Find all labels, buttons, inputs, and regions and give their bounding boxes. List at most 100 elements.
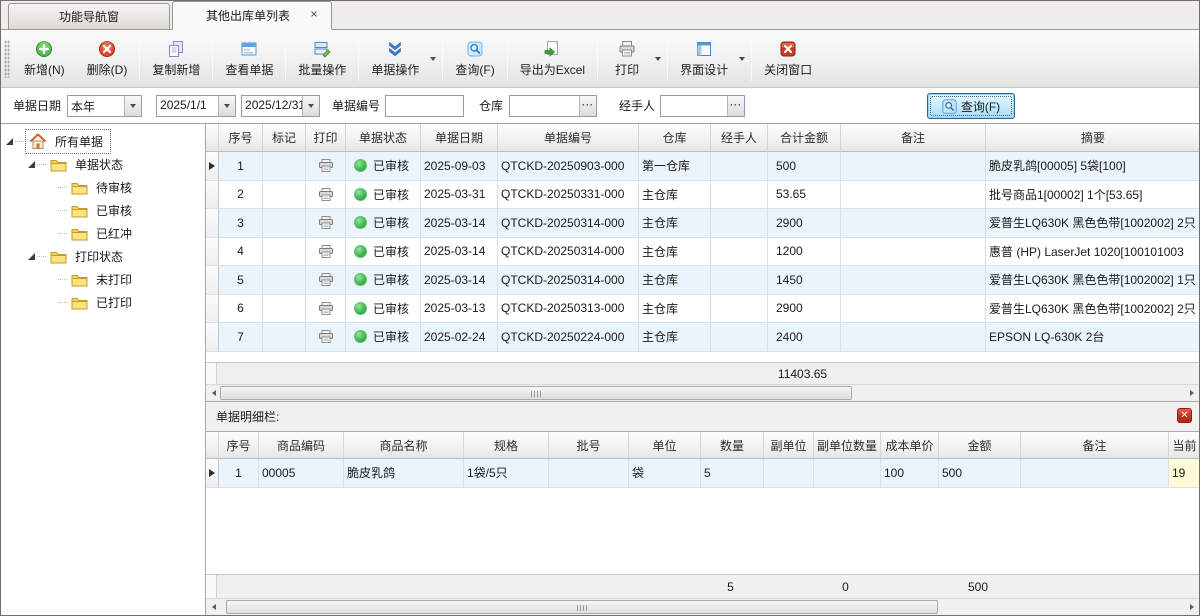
scroll-left-button[interactable] — [206, 385, 221, 401]
tree-expander-icon[interactable] — [28, 161, 35, 168]
ui-design-dropdown[interactable] — [739, 30, 750, 87]
export-excel-button[interactable]: 导出为Excel — [509, 30, 596, 87]
tree-item-label: 所有单据 — [51, 131, 107, 152]
detail-column-header[interactable]: 规格 — [464, 432, 549, 459]
main-column-header[interactable]: 标记 — [263, 124, 306, 152]
ellipsis-button[interactable]: ··· — [727, 96, 744, 116]
printer-icon[interactable] — [319, 330, 333, 343]
tree-connector — [37, 256, 46, 257]
table-row[interactable]: 3已审核2025-03-14QTCKD-20250314-000主仓库2900爱… — [206, 209, 1199, 238]
detail-column-header[interactable]: 数量 — [701, 432, 764, 459]
scroll-thumb[interactable] — [226, 600, 938, 614]
tree-expander-icon[interactable] — [28, 253, 35, 260]
main-column-header[interactable]: 合计金额 — [768, 124, 841, 152]
main-column-header[interactable]: 单据状态 — [346, 124, 421, 152]
dropdown-button[interactable] — [124, 96, 141, 116]
detail-column-header[interactable]: 备注 — [1021, 432, 1169, 459]
tree-item-audited[interactable]: 已审核 — [1, 199, 205, 222]
printer-icon[interactable] — [319, 245, 333, 258]
tree-item-printed[interactable]: 已打印 — [1, 291, 205, 314]
scroll-right-button[interactable] — [1184, 599, 1199, 615]
detail-table-row[interactable]: 100005脆皮乳鸽1袋/5只袋510050019 — [206, 459, 1199, 488]
table-row[interactable]: 7已审核2025-02-24QTCKD-20250224-000主仓库2400E… — [206, 323, 1199, 352]
tree-item-doc-status[interactable]: 单据状态 — [1, 153, 205, 176]
cell-no: QTCKD-20250314-000 — [498, 266, 639, 295]
warehouse-input[interactable] — [510, 96, 579, 116]
main-column-header[interactable]: 单据编号 — [498, 124, 639, 152]
printer-icon[interactable] — [319, 273, 333, 286]
printer-icon[interactable] — [319, 159, 333, 172]
cell-seq: 6 — [219, 295, 263, 324]
scroll-left-button[interactable] — [206, 599, 221, 615]
table-row[interactable]: 4已审核2025-03-14QTCKD-20250314-000主仓库1200惠… — [206, 238, 1199, 267]
dropdown-button[interactable] — [302, 96, 319, 116]
date-from-select[interactable]: 2025/1/1 — [156, 95, 236, 117]
cell-status: 已审核 — [346, 181, 421, 210]
tree-item-reversed[interactable]: 已红冲 — [1, 222, 205, 245]
main-column-header[interactable]: 经手人 — [711, 124, 768, 152]
query-button[interactable]: 查询(F) — [927, 93, 1015, 119]
detail-column-header[interactable]: 单位 — [629, 432, 701, 459]
chevron-down-icon — [655, 57, 661, 61]
main-column-header[interactable]: 摘要 — [986, 124, 1200, 152]
detail-column-header[interactable]: 金额 — [939, 432, 1021, 459]
detail-close-icon[interactable]: ✕ — [1177, 408, 1192, 423]
scroll-right-button[interactable] — [1184, 385, 1199, 401]
scroll-thumb[interactable] — [220, 386, 852, 400]
date-to-select[interactable]: 2025/12/31 — [241, 95, 320, 117]
cell-date: 2025-03-31 — [421, 181, 498, 210]
batch-ops-button[interactable]: 批量操作 — [287, 30, 357, 87]
detail-column-header[interactable]: 当前 — [1169, 432, 1200, 459]
total-cell: 11403.65 — [766, 367, 839, 381]
doc-ops-dropdown[interactable] — [430, 30, 441, 87]
tree-item-all-docs[interactable]: 所有单据 — [1, 130, 205, 153]
main-column-header[interactable]: 序号 — [219, 124, 263, 152]
table-row[interactable]: 6已审核2025-03-13QTCKD-20250313-000主仓库2900爱… — [206, 295, 1199, 324]
tab-close-icon[interactable]: × — [307, 8, 321, 22]
query-toolbar-button[interactable]: 查询(F) — [444, 30, 505, 87]
toolbar-grip[interactable] — [4, 40, 10, 78]
main-column-header[interactable]: 单据日期 — [421, 124, 498, 152]
view-doc-button[interactable]: 查看单据 — [214, 30, 284, 87]
cell-print — [306, 238, 346, 267]
print-button[interactable]: 打印 — [599, 30, 655, 87]
tree-item-pending-audit[interactable]: 待审核 — [1, 176, 205, 199]
main-column-header[interactable]: 仓库 — [639, 124, 711, 152]
tree-item-not-printed[interactable]: 未打印 — [1, 268, 205, 291]
printer-icon[interactable] — [319, 302, 333, 315]
detail-column-header[interactable]: 商品名称 — [344, 432, 464, 459]
copy-new-button[interactable]: 复制新增 — [141, 30, 211, 87]
detail-column-header[interactable]: 副单位数量 — [814, 432, 881, 459]
main-column-header[interactable]: 打印 — [306, 124, 346, 152]
main-column-header[interactable]: 备注 — [841, 124, 986, 152]
detail-column-header[interactable]: 序号 — [219, 432, 259, 459]
dropdown-button[interactable] — [218, 96, 235, 116]
detail-column-header[interactable]: 副单位 — [764, 432, 814, 459]
printer-icon[interactable] — [319, 216, 333, 229]
tree-expander-icon[interactable] — [6, 138, 13, 145]
tree-item-print-status[interactable]: 打印状态 — [1, 245, 205, 268]
doc-ops-button[interactable]: 单据操作 — [360, 30, 430, 87]
tab-function-navigation[interactable]: 功能导航窗 — [8, 3, 170, 29]
doc-no-input[interactable] — [385, 95, 464, 117]
delete-button[interactable]: 删除(D) — [76, 30, 139, 87]
add-button[interactable]: 新增(N) — [13, 30, 76, 87]
cell-no: QTCKD-20250331-000 — [498, 181, 639, 210]
toolbar-separator — [751, 36, 752, 81]
detail-column-header[interactable]: 成本单价 — [881, 432, 939, 459]
print-dropdown[interactable] — [655, 30, 666, 87]
table-row[interactable]: 1已审核2025-09-03QTCKD-20250903-000第一仓库500脆… — [206, 152, 1199, 181]
ellipsis-button[interactable]: ··· — [579, 96, 596, 116]
table-row[interactable]: 5已审核2025-03-14QTCKD-20250314-000主仓库1450爱… — [206, 266, 1199, 295]
detail-column-header[interactable]: 商品编码 — [259, 432, 344, 459]
close-window-button[interactable]: 关闭窗口 — [753, 30, 823, 87]
agent-input[interactable] — [661, 96, 727, 116]
tab-other-outbound-list[interactable]: 其他出库单列表 × — [172, 1, 332, 30]
toolbar-separator — [442, 36, 443, 81]
date-range-select[interactable]: 本年 — [67, 95, 142, 117]
cell-agent — [711, 238, 768, 267]
table-row[interactable]: 2已审核2025-03-31QTCKD-20250331-000主仓库53.65… — [206, 181, 1199, 210]
ui-design-button[interactable]: 界面设计 — [669, 30, 739, 87]
printer-icon[interactable] — [319, 188, 333, 201]
detail-column-header[interactable]: 批号 — [549, 432, 629, 459]
